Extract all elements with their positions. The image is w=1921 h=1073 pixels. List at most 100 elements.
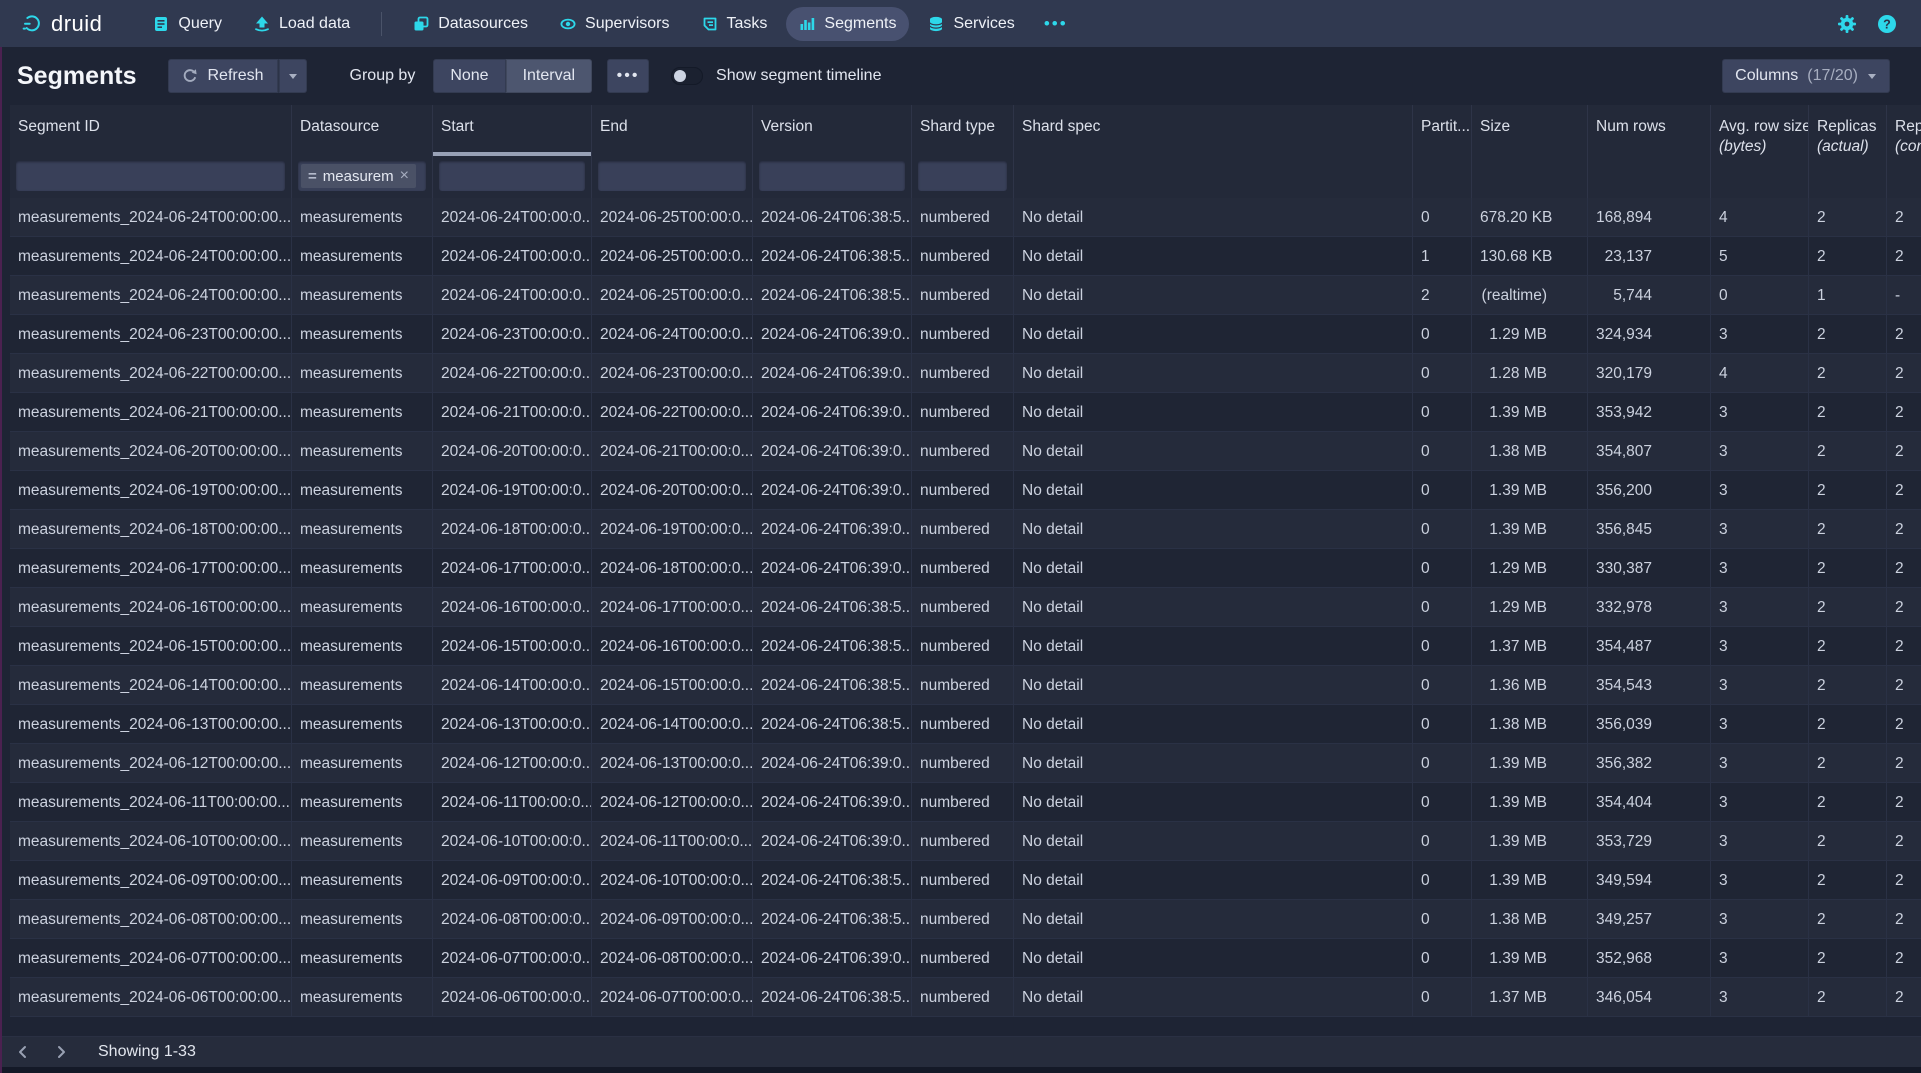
cell-version: 2024-06-24T06:38:5...	[753, 198, 912, 237]
cell-segment-id: measurements_2024-06-22T00:00:00....	[10, 354, 292, 393]
more-options-button[interactable]: •••	[607, 59, 649, 93]
nav-label: Tasks	[727, 15, 768, 33]
cell-shard-spec: No detail	[1014, 783, 1413, 822]
cell-num-rows: 356,382	[1588, 744, 1711, 783]
table-row[interactable]: measurements_2024-06-14T00:00:00....meas…	[10, 666, 1921, 705]
cell-start: 2024-06-15T00:00:0...	[433, 627, 592, 666]
window-edge	[0, 47, 2, 1073]
table-row[interactable]: measurements_2024-06-16T00:00:00....meas…	[10, 588, 1921, 627]
column-header-partit[interactable]: Partit...	[1413, 105, 1472, 156]
cell-size: 1.38 MB	[1472, 705, 1588, 744]
table-row[interactable]: measurements_2024-06-19T00:00:00....meas…	[10, 471, 1921, 510]
cell-shard-spec: No detail	[1014, 432, 1413, 471]
group-by-interval-button[interactable]: Interval	[506, 59, 592, 93]
cell-version: 2024-06-24T06:38:5...	[753, 900, 912, 939]
table-row[interactable]: measurements_2024-06-10T00:00:00....meas…	[10, 822, 1921, 861]
refresh-icon	[182, 68, 198, 84]
timeline-toggle[interactable]	[671, 67, 703, 85]
nav-item-tasks[interactable]: Tasks	[689, 7, 781, 41]
nav-more-button[interactable]: •••	[1034, 6, 1078, 42]
group-by-none-button[interactable]: None	[433, 59, 505, 93]
column-header-size[interactable]: Size	[1472, 105, 1588, 156]
druid-logo[interactable]: druid	[22, 11, 102, 37]
table-row[interactable]: measurements_2024-06-13T00:00:00....meas…	[10, 705, 1921, 744]
column-header-start[interactable]: Start	[433, 105, 592, 156]
remove-filter-icon[interactable]: ×	[400, 167, 409, 185]
column-header-shard-spec[interactable]: Shard spec	[1014, 105, 1413, 156]
cell-replication-factor: 2	[1887, 588, 1921, 627]
chevron-down-icon	[288, 73, 298, 80]
table-row[interactable]: measurements_2024-06-24T00:00:00....meas…	[10, 276, 1921, 315]
cell-end: 2024-06-22T00:00:0...	[592, 393, 753, 432]
nav-item-services[interactable]: Services	[915, 7, 1027, 41]
column-header-version[interactable]: Version	[753, 105, 912, 156]
cell-end: 2024-06-13T00:00:0...	[592, 744, 753, 783]
cell-segment-id: measurements_2024-06-11T00:00:00....	[10, 783, 292, 822]
table-row[interactable]: measurements_2024-06-15T00:00:00....meas…	[10, 627, 1921, 666]
brand-name: druid	[51, 11, 102, 37]
cell-shard-type: numbered	[912, 276, 1014, 315]
cell-size: 1.39 MB	[1472, 744, 1588, 783]
table-row[interactable]: measurements_2024-06-07T00:00:00....meas…	[10, 939, 1921, 978]
cell-segment-id: measurements_2024-06-17T00:00:00....	[10, 549, 292, 588]
cell-end: 2024-06-12T00:00:0...	[592, 783, 753, 822]
table-row[interactable]: measurements_2024-06-18T00:00:00....meas…	[10, 510, 1921, 549]
table-row[interactable]: measurements_2024-06-21T00:00:00....meas…	[10, 393, 1921, 432]
table-row[interactable]: measurements_2024-06-20T00:00:00....meas…	[10, 432, 1921, 471]
filter-input[interactable]	[439, 161, 585, 191]
cell-avg-row-size: 5	[1711, 237, 1809, 276]
help-icon[interactable]: ?	[1877, 14, 1897, 34]
columns-button[interactable]: Columns (17/20)	[1722, 59, 1890, 93]
table-row[interactable]: measurements_2024-06-24T00:00:00....meas…	[10, 237, 1921, 276]
filter-input[interactable]	[16, 161, 285, 191]
segments-icon	[799, 16, 815, 32]
column-header-datasource[interactable]: Datasource	[292, 105, 433, 156]
table-row[interactable]: measurements_2024-06-12T00:00:00....meas…	[10, 744, 1921, 783]
nav-item-query[interactable]: Query	[140, 7, 235, 41]
table-row[interactable]: measurements_2024-06-24T00:00:00....meas…	[10, 198, 1921, 237]
cell-datasource: measurements	[292, 510, 433, 549]
nav-item-segments[interactable]: Segments	[786, 7, 909, 41]
refresh-caret-button[interactable]	[278, 59, 307, 93]
next-page-button[interactable]	[46, 1037, 76, 1067]
column-header-shard-type[interactable]: Shard type	[912, 105, 1014, 156]
column-header-replication-factor[interactable]: Replication factor(configured)	[1887, 105, 1921, 156]
column-header-avg-row-size[interactable]: Avg. row size(bytes)	[1711, 105, 1809, 156]
cell-num-rows: 356,200	[1588, 471, 1711, 510]
table-row[interactable]: measurements_2024-06-08T00:00:00....meas…	[10, 900, 1921, 939]
cell-shard-type: numbered	[912, 978, 1014, 1017]
prev-page-button[interactable]	[8, 1037, 38, 1067]
datasource-filter-tag[interactable]: =measurem×	[301, 164, 416, 188]
tasks-icon	[702, 16, 718, 32]
table-row[interactable]: measurements_2024-06-06T00:00:00....meas…	[10, 978, 1921, 1017]
column-header-num-rows[interactable]: Num rows	[1588, 105, 1711, 156]
column-header-label: Partit...	[1421, 118, 1470, 135]
nav-item-supervisors[interactable]: Supervisors	[547, 7, 682, 41]
table-row[interactable]: measurements_2024-06-11T00:00:00....meas…	[10, 783, 1921, 822]
filter-input[interactable]	[759, 161, 905, 191]
column-header-end[interactable]: End	[592, 105, 753, 156]
cell-replication-factor: 2	[1887, 432, 1921, 471]
table-row[interactable]: measurements_2024-06-09T00:00:00....meas…	[10, 861, 1921, 900]
column-header-segment-id[interactable]: Segment ID	[10, 105, 292, 156]
refresh-button[interactable]: Refresh	[168, 59, 277, 93]
table-row[interactable]: measurements_2024-06-17T00:00:00....meas…	[10, 549, 1921, 588]
nav-item-datasources[interactable]: Datasources	[400, 7, 541, 41]
cell-replicas: 2	[1809, 939, 1887, 978]
cell-shard-type: numbered	[912, 861, 1014, 900]
cell-replication-factor: 2	[1887, 744, 1921, 783]
filter-input[interactable]	[598, 161, 746, 191]
column-header-replicas[interactable]: Replicas(actual)	[1809, 105, 1887, 156]
filter-input[interactable]	[918, 161, 1007, 191]
cell-replication-factor: 2	[1887, 237, 1921, 276]
gear-icon[interactable]	[1837, 14, 1857, 34]
nav-item-load-data[interactable]: Load data	[241, 7, 363, 41]
cell-version: 2024-06-24T06:39:0...	[753, 783, 912, 822]
cell-version: 2024-06-24T06:39:0...	[753, 393, 912, 432]
cell-avg-row-size: 3	[1711, 822, 1809, 861]
table-row[interactable]: measurements_2024-06-22T00:00:00....meas…	[10, 354, 1921, 393]
cell-segment-id: measurements_2024-06-18T00:00:00....	[10, 510, 292, 549]
table-row[interactable]: measurements_2024-06-23T00:00:00....meas…	[10, 315, 1921, 354]
datasource-filter-input[interactable]: =measurem×	[298, 161, 426, 191]
cell-size: 1.36 MB	[1472, 666, 1588, 705]
